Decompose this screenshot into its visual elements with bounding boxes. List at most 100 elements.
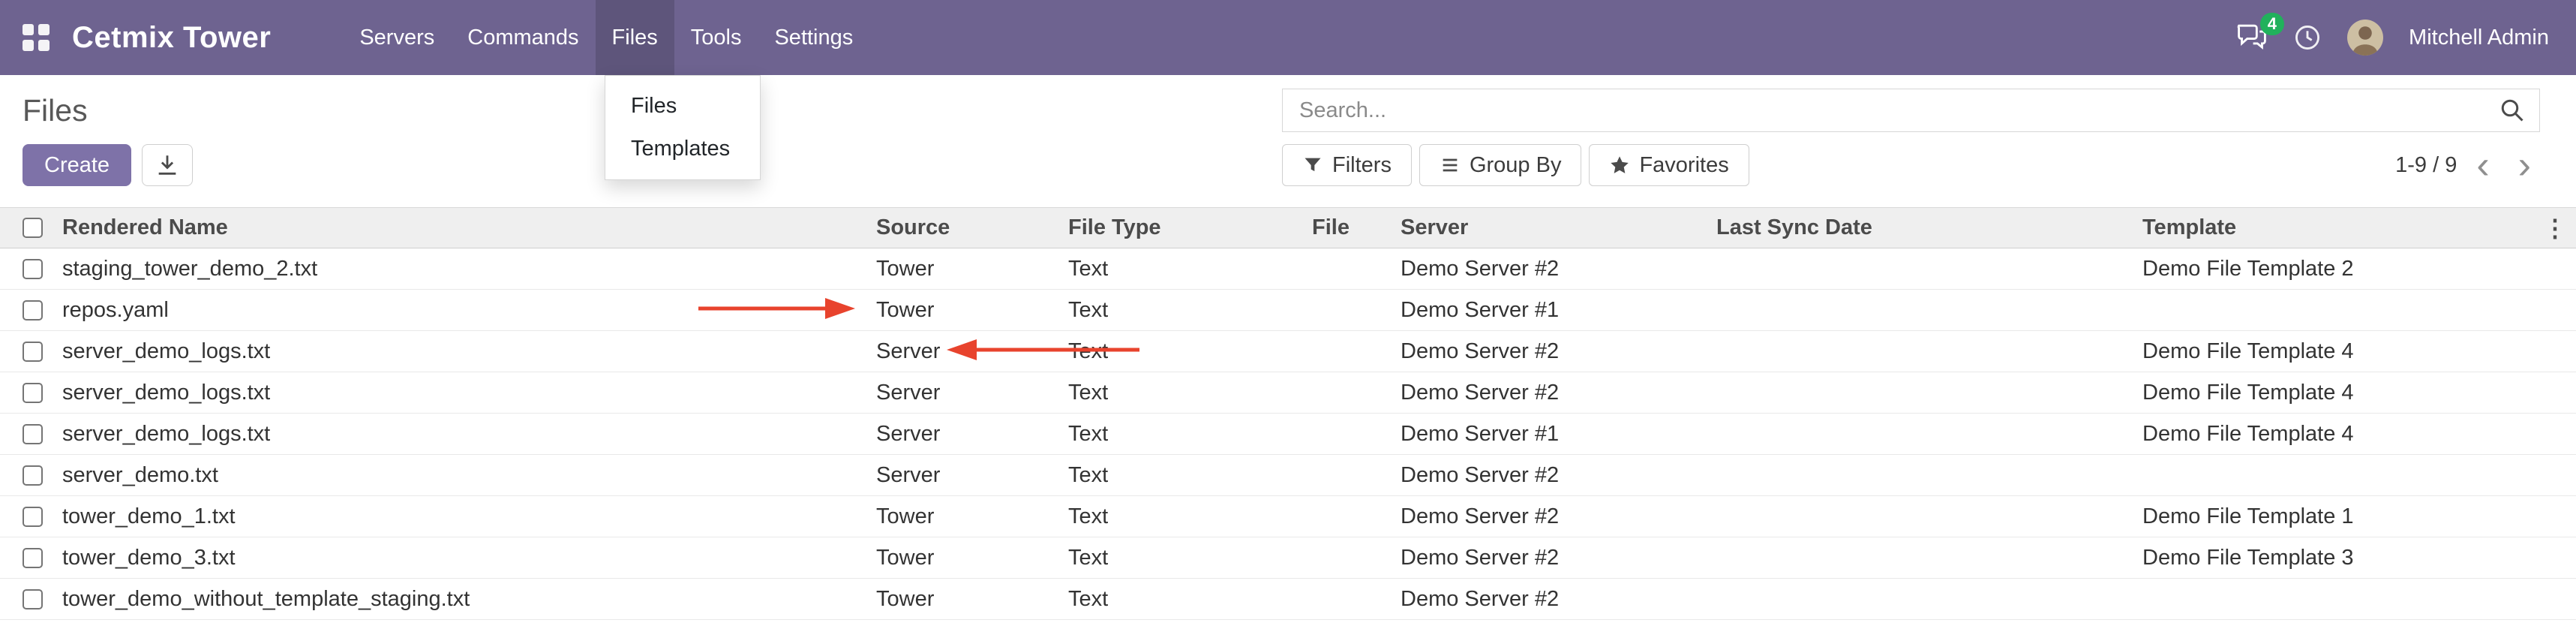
nav-item-label: Servers <box>359 26 434 50</box>
cell-options <box>2534 372 2576 414</box>
group-by-label: Group By <box>1470 153 1562 178</box>
cell-file-type: Text <box>1058 455 1302 496</box>
page-title: Files <box>23 93 88 128</box>
cell-file-type: Text <box>1058 372 1302 414</box>
table-row[interactable]: tower_demo_without_template_staging.txt … <box>0 579 2576 620</box>
row-checkbox-cell <box>0 414 53 455</box>
row-checkbox[interactable] <box>23 424 43 444</box>
row-checkbox[interactable] <box>23 548 43 568</box>
cell-file-type: Text <box>1058 331 1302 372</box>
star-icon <box>1609 155 1630 176</box>
table-row[interactable]: tower_demo_1.txt Tower Text Demo Server … <box>0 496 2576 537</box>
cell-file-type: Text <box>1058 496 1302 537</box>
row-checkbox-cell <box>0 331 53 372</box>
cell-source: Server <box>866 455 1058 496</box>
table-row[interactable]: repos.yaml Tower Text Demo Server #1 <box>0 290 2576 331</box>
apps-grid-icon[interactable] <box>23 24 50 51</box>
cell-last-sync-date <box>1707 537 2133 579</box>
export-download-button[interactable] <box>142 144 193 186</box>
column-header-server[interactable]: Server <box>1391 208 1707 248</box>
activity-clock-icon[interactable] <box>2293 23 2322 52</box>
row-checkbox-cell <box>0 579 53 620</box>
app-brand[interactable]: Cetmix Tower <box>72 21 271 55</box>
cell-last-sync-date <box>1707 331 2133 372</box>
favorites-label: Favorites <box>1639 153 1728 178</box>
table-row[interactable]: server_demo_logs.txt Server Text Demo Se… <box>0 414 2576 455</box>
column-header-file[interactable]: File <box>1302 208 1391 248</box>
row-checkbox[interactable] <box>23 507 43 527</box>
dropdown-item-files[interactable]: Files <box>605 85 760 128</box>
cell-rendered-name: server_demo_logs.txt <box>53 372 866 414</box>
cell-options <box>2534 579 2576 620</box>
user-avatar[interactable] <box>2347 20 2383 56</box>
search-input[interactable] <box>1298 98 2499 124</box>
favorites-button[interactable]: Favorites <box>1589 144 1749 186</box>
column-header-file-type[interactable]: File Type <box>1058 208 1302 248</box>
nav-item-commands[interactable]: Commands <box>451 0 595 75</box>
messages-icon[interactable]: 4 <box>2236 23 2268 52</box>
create-button[interactable]: Create <box>23 144 131 186</box>
cell-file <box>1302 537 1391 579</box>
avatar-image <box>2347 20 2383 56</box>
cell-file <box>1302 331 1391 372</box>
table-row[interactable]: server_demo.txt Server Text Demo Server … <box>0 455 2576 496</box>
nav-item-label: Files <box>612 26 658 50</box>
table-row[interactable]: server_demo_logs.txt Server Text Demo Se… <box>0 331 2576 372</box>
row-checkbox[interactable] <box>23 300 43 321</box>
column-header-source[interactable]: Source <box>866 208 1058 248</box>
pager-next-button[interactable]: › <box>2509 146 2540 185</box>
search-box <box>1282 89 2540 132</box>
column-header-rendered-name[interactable]: Rendered Name <box>53 208 866 248</box>
row-checkbox[interactable] <box>23 259 43 279</box>
cell-server: Demo Server #2 <box>1391 372 1707 414</box>
nav-item-tools[interactable]: Tools <box>674 0 758 75</box>
cell-options <box>2534 331 2576 372</box>
cell-rendered-name: repos.yaml <box>53 290 866 331</box>
table-row[interactable]: server_demo_logs.txt Server Text Demo Se… <box>0 372 2576 414</box>
filters-button[interactable]: Filters <box>1282 144 1412 186</box>
cell-server: Demo Server #2 <box>1391 537 1707 579</box>
nav-item-servers[interactable]: Servers <box>343 0 451 75</box>
top-navbar: Cetmix Tower Servers Commands Files Tool… <box>0 0 2576 75</box>
cell-source: Server <box>866 414 1058 455</box>
cell-source: Tower <box>866 290 1058 331</box>
cell-rendered-name: staging_tower_demo_2.txt <box>53 248 866 290</box>
dropdown-item-templates[interactable]: Templates <box>605 128 760 170</box>
table-row[interactable]: staging_tower_demo_2.txt Tower Text Demo… <box>0 248 2576 290</box>
search-icon[interactable] <box>2499 97 2526 124</box>
nav-item-files[interactable]: Files <box>596 0 674 75</box>
row-checkbox-cell <box>0 537 53 579</box>
table-header-row: Rendered Name Source File Type File Serv… <box>0 208 2576 248</box>
column-header-template[interactable]: Template <box>2133 208 2534 248</box>
files-menu-dropdown: Files Templates <box>605 75 761 180</box>
cell-last-sync-date <box>1707 248 2133 290</box>
user-menu[interactable]: Mitchell Admin <box>2409 26 2549 50</box>
cell-options <box>2534 248 2576 290</box>
cell-file <box>1302 248 1391 290</box>
nav-item-label: Settings <box>774 26 853 50</box>
messages-count-badge: 4 <box>2260 13 2284 35</box>
cell-file <box>1302 414 1391 455</box>
group-by-icon <box>1440 155 1461 176</box>
row-checkbox[interactable] <box>23 465 43 486</box>
select-all-checkbox[interactable] <box>23 218 43 238</box>
optional-columns-toggle[interactable]: ⋮ <box>2534 208 2576 248</box>
pager: 1-9 / 9 ‹ › <box>2395 146 2540 185</box>
row-checkbox[interactable] <box>23 589 43 609</box>
row-checkbox[interactable] <box>23 383 43 403</box>
cell-source: Tower <box>866 537 1058 579</box>
nav-item-settings[interactable]: Settings <box>758 0 869 75</box>
row-checkbox[interactable] <box>23 342 43 362</box>
group-by-button[interactable]: Group By <box>1419 144 1582 186</box>
cell-rendered-name: server_demo_logs.txt <box>53 414 866 455</box>
pager-previous-button[interactable]: ‹ <box>2467 146 2498 185</box>
cell-source: Tower <box>866 248 1058 290</box>
cell-template <box>2133 290 2534 331</box>
files-table-body: staging_tower_demo_2.txt Tower Text Demo… <box>0 248 2576 620</box>
cell-source: Tower <box>866 579 1058 620</box>
table-row[interactable]: tower_demo_3.txt Tower Text Demo Server … <box>0 537 2576 579</box>
cell-options <box>2534 496 2576 537</box>
nav-item-label: Tools <box>691 26 742 50</box>
column-header-last-sync-date[interactable]: Last Sync Date <box>1707 208 2133 248</box>
filters-label: Filters <box>1332 153 1392 178</box>
